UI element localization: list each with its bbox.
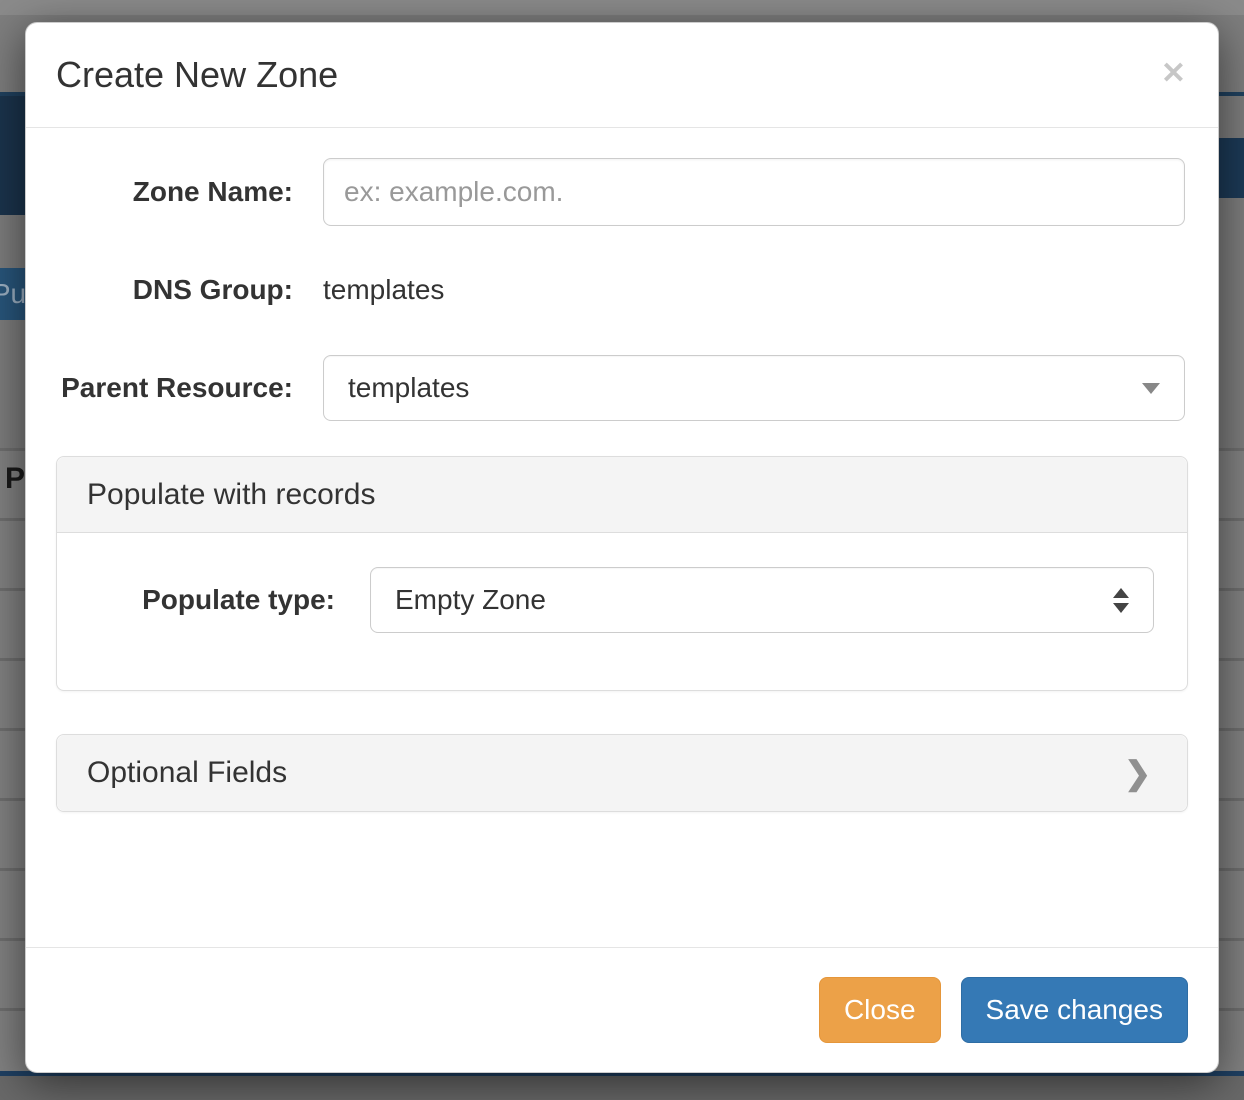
close-button[interactable]: Close	[819, 977, 941, 1043]
chevron-right-icon: ❯	[1124, 754, 1157, 792]
close-icon[interactable]: ✕	[1159, 51, 1188, 97]
modal-footer: Close Save changes	[26, 947, 1218, 1072]
background-bottom-strip	[0, 1076, 1244, 1100]
modal-header: Create New Zone ✕	[26, 23, 1218, 128]
populate-panel: Populate with records Populate type: Emp…	[56, 456, 1188, 691]
optional-fields-panel: Optional Fields ❯	[56, 734, 1188, 812]
modal-title: Create New Zone	[56, 51, 1159, 99]
optional-fields-header[interactable]: Optional Fields ❯	[57, 735, 1187, 811]
create-new-zone-modal: Create New Zone ✕ Zone Name: DNS Group: …	[25, 22, 1219, 1073]
background-publish-button-label: Pu	[0, 278, 26, 310]
populate-panel-title: Populate with records	[87, 478, 1157, 512]
dns-group-row: DNS Group: templates	[56, 256, 1188, 324]
select-updown-icon	[1113, 588, 1129, 613]
background-heading-fragment: P	[5, 462, 25, 496]
background-top-strip	[0, 0, 1244, 15]
dns-group-label: DNS Group:	[56, 274, 323, 306]
modal-body: Zone Name: DNS Group: templates Parent R…	[26, 128, 1218, 947]
parent-resource-label: Parent Resource:	[56, 372, 323, 404]
parent-resource-control: templates	[323, 355, 1188, 421]
populate-type-selected-value: Empty Zone	[395, 584, 1113, 616]
populate-type-control: Empty Zone	[370, 567, 1157, 633]
parent-resource-select[interactable]: templates	[323, 355, 1185, 421]
chevron-down-icon	[1142, 383, 1160, 394]
populate-panel-header: Populate with records	[57, 457, 1187, 533]
parent-resource-selected-value: templates	[348, 372, 1142, 404]
save-changes-button[interactable]: Save changes	[961, 977, 1188, 1043]
parent-resource-row: Parent Resource: templates	[56, 354, 1188, 422]
populate-type-select[interactable]: Empty Zone	[370, 567, 1154, 633]
populate-type-row: Populate type: Empty Zone	[87, 566, 1157, 634]
dns-group-control: templates	[323, 274, 1188, 306]
zone-name-control	[323, 158, 1188, 226]
optional-fields-title: Optional Fields	[87, 756, 1124, 790]
dns-group-value: templates	[323, 274, 444, 305]
zone-name-input[interactable]	[323, 158, 1185, 226]
zone-name-label: Zone Name:	[56, 176, 323, 208]
zone-name-row: Zone Name:	[56, 158, 1188, 226]
populate-panel-body: Populate type: Empty Zone	[57, 533, 1187, 690]
populate-type-label: Populate type:	[87, 584, 370, 616]
